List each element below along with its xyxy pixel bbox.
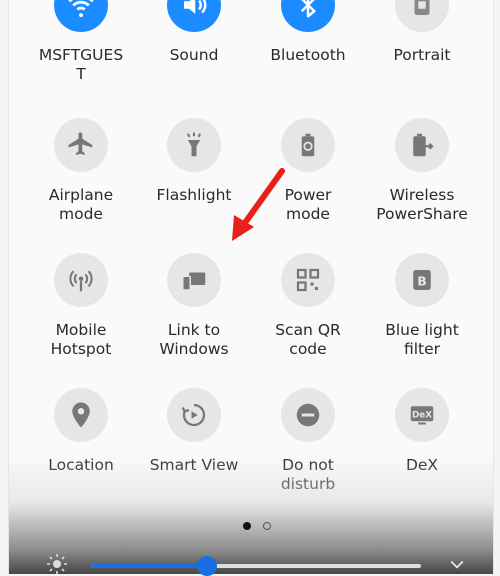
tile-label: Sound [169,46,219,64]
tile-label: Scan QR code [275,321,341,358]
tile-label: DeX [405,456,439,474]
tile-link-to-windows[interactable]: Link to Windows [134,253,254,359]
tile-blue-light-filter[interactable]: B Blue light filter [362,253,482,359]
tile-mobile-hotspot[interactable]: Mobile Hotspot [21,253,141,359]
blue-light-filter-icon: B [395,253,449,307]
tile-location[interactable]: Location [21,388,141,475]
hotspot-icon [54,253,108,307]
dex-icon: DeX [395,388,449,442]
tile-label: Wireless PowerShare [376,186,468,223]
link-to-windows-icon [167,253,221,307]
power-mode-icon [281,118,335,172]
tile-wireless-powershare[interactable]: Wireless PowerShare [362,118,482,224]
brightness-slider-fill [91,564,207,568]
bluetooth-icon [281,0,335,32]
airplane-icon [54,118,108,172]
svg-text:B: B [417,274,427,289]
location-icon [54,388,108,442]
tile-do-not-disturb[interactable]: Do not disturb [248,388,368,494]
flashlight-icon [167,118,221,172]
brightness-slider-thumb[interactable] [196,556,217,576]
brightness-bar [41,552,481,576]
do-not-disturb-icon [281,388,335,442]
tile-label: Airplane mode [48,186,114,223]
portrait-lock-icon [395,0,449,32]
tile-label: Mobile Hotspot [50,321,112,358]
tile-dex[interactable]: DeX DeX [362,388,482,475]
brightness-icon [47,554,67,574]
page-dot-inactive [263,522,271,530]
annotation-arrow [232,168,285,241]
tile-label: Location [48,456,114,474]
chevron-down-icon[interactable] [447,554,467,574]
wifi-icon [54,0,108,32]
tile-label: Bluetooth [270,46,346,64]
brightness-slider[interactable] [91,556,421,576]
tile-bluetooth[interactable]: Bluetooth [248,0,368,65]
tile-airplane-mode[interactable]: Airplane mode [21,118,141,224]
wireless-powershare-icon [395,118,449,172]
tile-label: MSFTGUES T [38,46,124,83]
qr-code-icon [281,253,335,307]
tile-label: Blue light filter [385,321,459,358]
tile-label: Link to Windows [159,321,229,358]
page-dot-active [243,522,251,530]
page-indicator [243,522,271,530]
tile-label: Portrait [393,46,451,64]
tile-wifi[interactable]: MSFTGUES T [21,0,141,84]
smart-view-icon [167,388,221,442]
quick-settings-panel: MSFTGUES T Sound Bluetooth Portrait Airp… [8,0,494,576]
tile-scan-qr-code[interactable]: Scan QR code [248,253,368,359]
tile-smart-view[interactable]: Smart View [134,388,254,475]
tile-label: Smart View [149,456,239,474]
tile-portrait[interactable]: Portrait [362,0,482,65]
tile-label: Do not disturb [280,456,336,493]
svg-text:DeX: DeX [412,410,432,420]
tile-sound[interactable]: Sound [134,0,254,65]
sound-icon [167,0,221,32]
